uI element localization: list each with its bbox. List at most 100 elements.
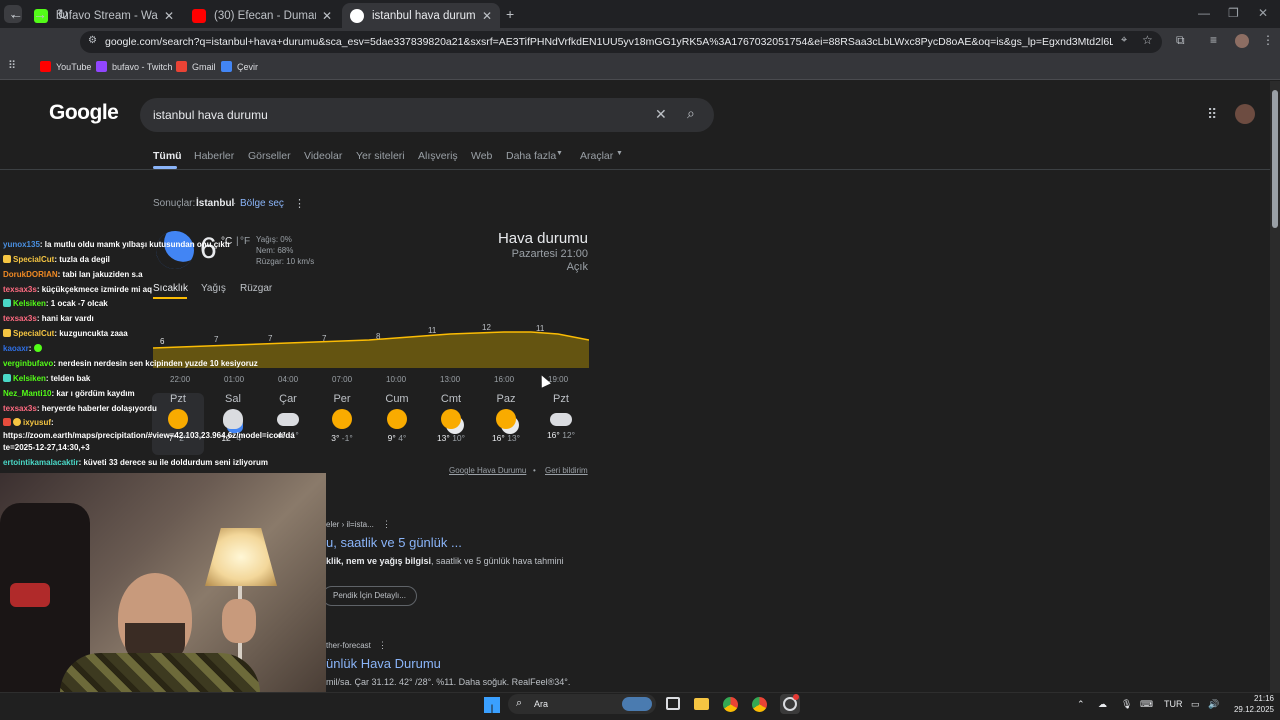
result-title-link[interactable]: u, saatlik ve 5 günlük ... (326, 535, 462, 550)
google-apps-icon[interactable]: ⠿ (1207, 106, 1217, 123)
results-label: Sonuçlar: (153, 198, 196, 209)
search-input[interactable]: istanbul hava durumu (153, 108, 268, 122)
tab-all[interactable]: Tümü (153, 150, 182, 162)
choose-region-link[interactable]: Bölge seç (240, 198, 284, 209)
weather-source-link[interactable]: Google Hava Durumu (449, 466, 526, 475)
tray-chevron-icon[interactable]: ⌃ (1077, 699, 1085, 710)
forward-arrow-icon[interactable]: → (33, 6, 47, 22)
chat-message: yunox135: la mutlu oldu mamk yılbaşı kut… (3, 240, 230, 249)
tab-web[interactable]: Web (471, 150, 492, 162)
tab-shopping[interactable]: Alışveriş (418, 150, 458, 162)
tab-temperature[interactable]: Sıcaklık (153, 283, 188, 294)
high-temp: 16° (546, 430, 560, 440)
bookmark-youtube[interactable]: YouTube (40, 61, 91, 72)
snippet-bold: klik, nem ve yağış bilgisi (326, 556, 432, 566)
chat-text: : la mutlu oldu mamk yılbaşı kutusundan … (39, 240, 230, 249)
feedback-link[interactable]: Geri bildirim (545, 466, 588, 475)
day-forecast[interactable]: Pzt 7° 2° (152, 393, 204, 455)
cloud-icon (277, 413, 299, 426)
more-options-icon[interactable]: ⋮ (294, 197, 305, 210)
close-window-button[interactable]: ✕ (1258, 6, 1268, 20)
volume-icon[interactable]: 🔊 (1208, 699, 1219, 710)
tab-youtube[interactable]: (30) Efecan - Dumanla Bas Basa ✕ (184, 3, 340, 28)
tab-more[interactable]: Daha fazla (506, 150, 556, 162)
taskbar-search-label: Ara (534, 699, 549, 709)
red-accent (10, 583, 50, 607)
location-pin-icon[interactable]: ⌖ (1121, 34, 1127, 47)
unit-fahrenheit[interactable]: °F (240, 236, 250, 247)
windows-start-icon[interactable] (484, 697, 500, 713)
clock-date[interactable]: 29.12.2025 (1226, 705, 1274, 714)
onedrive-icon[interactable]: ☁ (1098, 699, 1107, 710)
day-forecast[interactable]: Cmt 13° 10° (425, 393, 477, 443)
search-icon[interactable]: ⌕ (687, 105, 695, 122)
bookmark-label: bufavo - Twitch (112, 61, 173, 72)
day-forecast[interactable]: Pzt 16° 12° (535, 393, 587, 440)
tab-tools[interactable]: Araçlar (580, 150, 613, 162)
chat-username: Kelsiken (13, 299, 46, 308)
hour-time-label: 13:00 (440, 375, 461, 384)
minimize-button[interactable]: — (1198, 6, 1210, 20)
file-explorer-icon[interactable] (694, 698, 709, 710)
day-forecast[interactable]: Paz 16° 13° (480, 393, 532, 443)
profile-avatar[interactable] (1235, 34, 1249, 48)
tab-images[interactable]: Görseller (248, 150, 291, 162)
chat-text: : kar ı gördüm kaydım (51, 389, 135, 398)
tab-places[interactable]: Yer siteleri (356, 150, 405, 162)
tab-precipitation[interactable]: Yağış (201, 283, 226, 294)
low-temp: 13° (507, 433, 521, 443)
close-tab-icon[interactable]: ✕ (322, 9, 332, 23)
day-temps: 3° -1° (316, 433, 368, 443)
scrollbar-thumb[interactable] (1272, 90, 1278, 228)
clear-search-icon[interactable]: ✕ (655, 106, 667, 123)
account-avatar[interactable] (1235, 104, 1255, 124)
bookmark-star-icon[interactable]: ☆ (1142, 33, 1153, 47)
bookmark-gmail[interactable]: Gmail (176, 61, 216, 72)
new-tab-button[interactable]: + (506, 6, 514, 22)
restore-button[interactable]: ❐ (1228, 6, 1239, 20)
sub-badge-icon (3, 299, 11, 307)
input-language[interactable]: TUR (1164, 699, 1183, 709)
apps-grid-icon[interactable]: ⠿ (8, 59, 16, 72)
task-view-icon[interactable] (666, 697, 680, 710)
snippet-text: , saatlik ve 5 günlük hava tahmini (431, 556, 564, 566)
day-name: Pzt (553, 393, 569, 405)
tab-google-active[interactable]: istanbul hava durumu - Google ✕ (342, 3, 500, 28)
tab-wind[interactable]: Rüzgar (240, 283, 272, 294)
tab-news[interactable]: Haberler (194, 150, 234, 162)
result-options-icon[interactable]: ⋮ (378, 640, 387, 651)
close-tab-icon[interactable]: ✕ (164, 9, 174, 23)
url-text[interactable]: google.com/search?q=istanbul+hava+durumu… (105, 36, 1113, 48)
clock-time[interactable]: 21:16 (1240, 694, 1274, 703)
back-arrow-icon[interactable]: ← (9, 6, 23, 22)
hour-time-label: 07:00 (332, 375, 353, 384)
reload-icon[interactable]: ↻ (57, 6, 69, 23)
chrome-icon[interactable] (752, 697, 767, 712)
browser-menu-icon[interactable]: ⋮ (1262, 33, 1274, 47)
tab-kick[interactable]: bufavo Stream - Watch Live on ✕ (26, 3, 182, 28)
bookmark-twitch[interactable]: bufavo - Twitch (96, 61, 172, 72)
chrome-icon[interactable] (723, 697, 738, 712)
day-name: Cmt (440, 393, 462, 405)
day-forecast[interactable]: Cum 9° 4° (371, 393, 423, 443)
recording-badge (793, 694, 799, 700)
keyboard-icon[interactable]: ⌨ (1140, 699, 1153, 710)
microphone-icon[interactable]: 🎙 (1121, 699, 1132, 710)
day-name: Sal (225, 393, 241, 405)
bookmark-translate[interactable]: Çevir (221, 61, 258, 72)
day-temps: 16° 12° (535, 430, 587, 440)
site-info-icon[interactable]: ⚙ (88, 35, 97, 46)
extensions-icon[interactable]: ⧉ (1176, 33, 1185, 48)
result-detail-button[interactable]: Pendik İçin Detaylı... (322, 586, 417, 606)
tab-videos[interactable]: Videolar (304, 150, 342, 162)
result-title-link[interactable]: ünlük Hava Durumu (326, 656, 441, 671)
close-tab-icon[interactable]: ✕ (482, 9, 492, 23)
chat-text: : nerdesin nerdesin sen kcipinden yuzde … (53, 359, 258, 368)
chat-text: : kuzguncukta zaaa (54, 329, 128, 338)
chevron-down-icon: ▼ (556, 150, 563, 157)
network-icon[interactable]: ▭ (1191, 699, 1200, 710)
media-controls-icon[interactable]: ≡ (1210, 33, 1217, 47)
google-logo[interactable]: Google (49, 101, 119, 125)
day-forecast[interactable]: Per 3° -1° (316, 393, 368, 443)
result-options-icon[interactable]: ⋮ (382, 519, 391, 530)
